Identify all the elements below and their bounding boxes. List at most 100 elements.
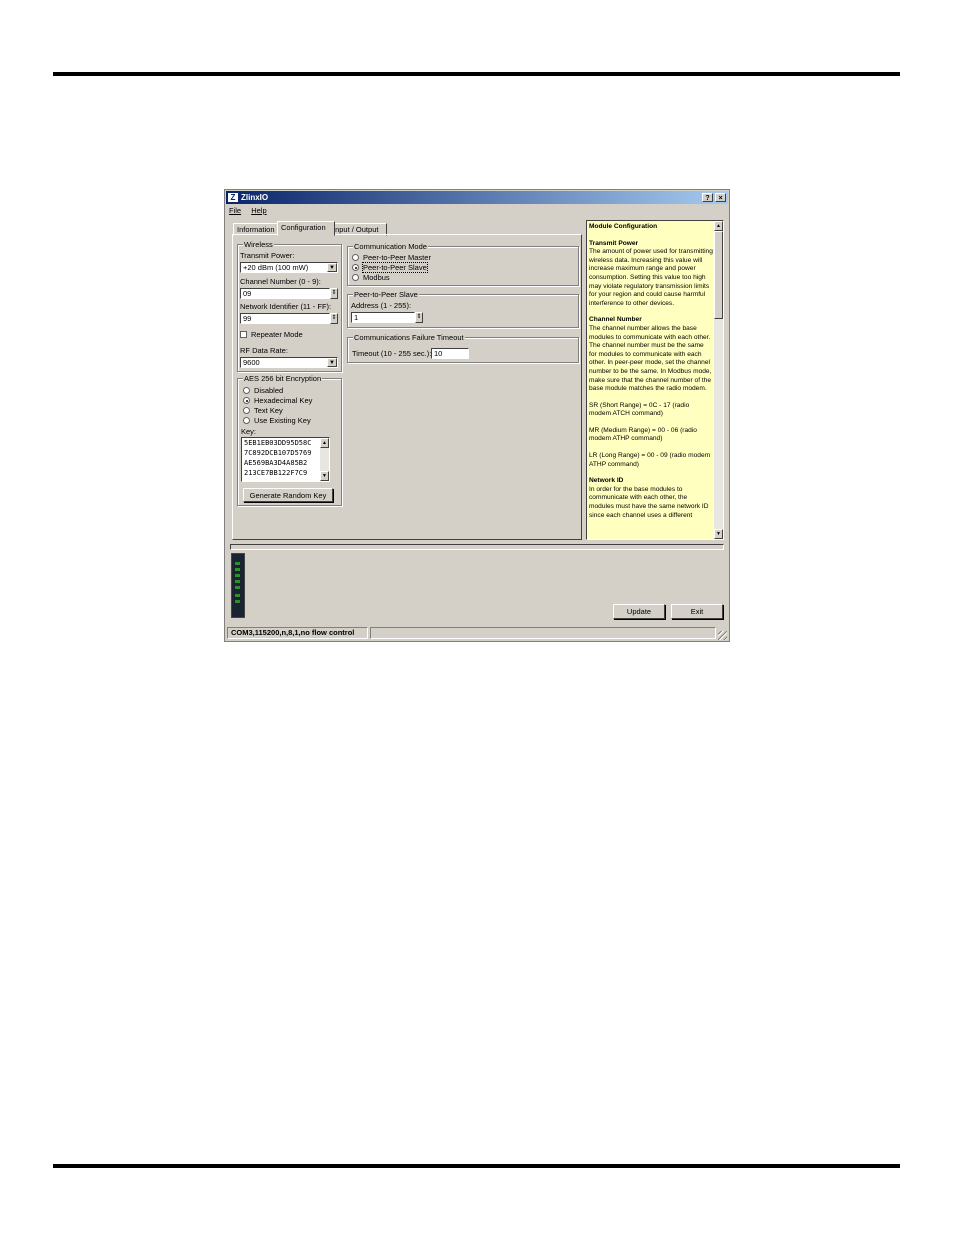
top-rule: [53, 72, 900, 76]
help-section: LR (Long Range) = 00 - 09 (radio modem A…: [589, 452, 713, 469]
close-button[interactable]: ×: [715, 193, 726, 202]
help-section: Channel Number The channel number allows …: [589, 316, 713, 393]
aes-hex-key-radio[interactable]: [243, 397, 250, 404]
help-text: The amount of power used for transmittin…: [589, 248, 713, 307]
aes-group-label: AES 256 bit Encryption: [243, 374, 323, 383]
address-stepper[interactable]: ⇕: [415, 312, 423, 323]
repeater-mode-checkbox[interactable]: [240, 331, 247, 338]
generate-random-key-button[interactable]: Generate Random Key: [243, 488, 333, 502]
modbus-radio[interactable]: [352, 274, 359, 281]
scroll-down-icon[interactable]: ▼: [714, 529, 723, 539]
p2p-slave-group: Peer-to-Peer Slave Address (1 - 255): 1 …: [347, 290, 579, 328]
address-value: 1: [354, 313, 359, 322]
channel-number-value: 09: [243, 289, 252, 298]
network-id-value: 99: [243, 314, 252, 323]
app-icon: Z: [228, 193, 238, 202]
p2p-master-radio[interactable]: [352, 254, 359, 261]
aes-disabled-radio[interactable]: [243, 387, 250, 394]
rf-data-rate-select[interactable]: 9600: [240, 357, 338, 368]
p2p-master-label: Peer-to-Peer Master: [363, 253, 431, 262]
scroll-up-icon[interactable]: ▲: [320, 438, 329, 448]
network-id-input[interactable]: 99: [240, 313, 330, 324]
menu-bar: File Help: [229, 206, 275, 216]
help-scroll-thumb[interactable]: [714, 231, 723, 319]
aes-text-key-radio[interactable]: [243, 407, 250, 414]
timeout-label: Timeout (10 - 255 sec.):: [352, 349, 432, 358]
network-id-stepper[interactable]: ⇕: [330, 313, 338, 324]
tab-configuration[interactable]: Configuration: [277, 221, 335, 236]
connection-status: COM3,115200,n,8,1,no flow control: [227, 627, 368, 639]
transmit-power-select[interactable]: +20 dBm (100 mW): [240, 262, 338, 273]
wireless-group: Wireless Transmit Power: +20 dBm (100 mW…: [237, 240, 342, 372]
help-heading: Transmit Power: [589, 239, 639, 247]
channel-number-input[interactable]: 09: [240, 288, 330, 299]
rf-data-rate-value: 9600: [243, 358, 260, 367]
aes-disabled-label: Disabled: [254, 386, 284, 395]
address-label: Address (1 - 255):: [351, 301, 412, 310]
rf-data-rate-chevron-down-icon[interactable]: ▼: [327, 358, 337, 367]
scroll-up-icon[interactable]: ▲: [714, 221, 723, 231]
scroll-down-icon[interactable]: ▼: [320, 471, 329, 481]
help-text: MR (Medium Range) = 00 - 06 (radio modem…: [589, 426, 697, 443]
channel-number-stepper[interactable]: ⇕: [330, 288, 338, 299]
help-scrollbar[interactable]: ▲ ▼: [714, 221, 723, 539]
aes-hex-key-label: Hexadecimal Key: [254, 396, 313, 405]
resize-grip-icon[interactable]: [718, 631, 727, 640]
help-panel: Module Configuration Transmit Power The a…: [586, 220, 724, 540]
aes-existing-key-label: Use Existing Key: [254, 416, 311, 425]
status-pane-empty: [370, 627, 716, 639]
p2p-slave-radio[interactable]: [352, 264, 359, 271]
exit-button[interactable]: Exit: [671, 604, 723, 619]
aes-text-key-label: Text Key: [254, 406, 283, 415]
comm-failure-group-label: Communications Failure Timeout: [353, 333, 465, 342]
help-heading: Channel Number: [589, 316, 642, 324]
transmit-power-value: +20 dBm (100 mW): [243, 263, 309, 272]
help-text: SR (Short Range) = 0C - 17 (radio modem …: [589, 401, 690, 418]
key-label: Key:: [241, 427, 257, 436]
timeout-input[interactable]: 10: [431, 348, 469, 359]
help-text: In order for the base modules to communi…: [589, 485, 709, 519]
wireless-group-label: Wireless: [243, 240, 274, 249]
key-line: 7C892DCB107D5769: [244, 449, 312, 457]
menu-help[interactable]: Help: [251, 206, 266, 215]
window-title: ZlinxIO: [241, 193, 269, 202]
configuration-panel: Wireless Transmit Power: +20 dBm (100 mW…: [232, 234, 582, 540]
bottom-rule: [53, 1164, 900, 1168]
help-section: MR (Medium Range) = 00 - 06 (radio modem…: [589, 427, 713, 444]
status-bar: COM3,115200,n,8,1,no flow control: [226, 626, 728, 641]
communication-mode-group: Communication Mode Peer-to-Peer Master P…: [347, 242, 579, 286]
menu-file[interactable]: File: [229, 206, 241, 215]
modbus-label: Modbus: [363, 273, 390, 282]
help-title-button[interactable]: ?: [702, 193, 713, 202]
network-id-label: Network Identifier (11 - FF):: [240, 302, 332, 311]
key-scrollbar[interactable]: ▲ ▼: [320, 438, 329, 481]
repeater-mode-label: Repeater Mode: [251, 330, 303, 339]
help-heading: Network ID: [589, 477, 624, 485]
help-section: SR (Short Range) = 0C - 17 (radio modem …: [589, 402, 713, 419]
help-title: Module Configuration: [589, 223, 658, 230]
key-line: 213CE7BB122F7C9: [244, 469, 308, 477]
help-text: The channel number allows the base modul…: [589, 324, 712, 393]
timeout-value: 10: [434, 349, 443, 358]
key-textarea[interactable]: 5EB1EB03DD95D58C 7C892DCB107D5769 AE569B…: [241, 437, 330, 482]
aes-encryption-group: AES 256 bit Encryption Disabled Hexadeci…: [237, 374, 342, 506]
key-line: AE569BA3D4A85B2: [244, 459, 308, 467]
device-image: [231, 553, 245, 618]
help-section: Transmit Power The amount of power used f…: [589, 240, 713, 309]
aes-existing-key-radio[interactable]: [243, 417, 250, 424]
update-button[interactable]: Update: [613, 604, 665, 619]
help-content: Module Configuration Transmit Power The a…: [589, 223, 713, 528]
help-section: Network ID In order for the base modules …: [589, 477, 713, 520]
transmit-power-chevron-down-icon[interactable]: ▼: [327, 263, 337, 272]
progress-bar: [230, 544, 724, 550]
help-text: LR (Long Range) = 00 - 09 (radio modem A…: [589, 452, 711, 468]
comm-mode-group-label: Communication Mode: [353, 242, 428, 251]
transmit-power-label: Transmit Power:: [240, 251, 295, 260]
rf-data-rate-label: RF Data Rate:: [240, 346, 288, 355]
app-window: Z ZlinxIO ? × File Help Information Conf…: [224, 189, 730, 642]
address-input[interactable]: 1: [351, 312, 415, 323]
channel-number-label: Channel Number (0 - 9):: [240, 277, 321, 286]
title-bar: Z ZlinxIO ? ×: [226, 191, 728, 204]
p2p-slave-group-label: Peer-to-Peer Slave: [353, 290, 419, 299]
comm-failure-group: Communications Failure Timeout Timeout (…: [347, 333, 579, 363]
